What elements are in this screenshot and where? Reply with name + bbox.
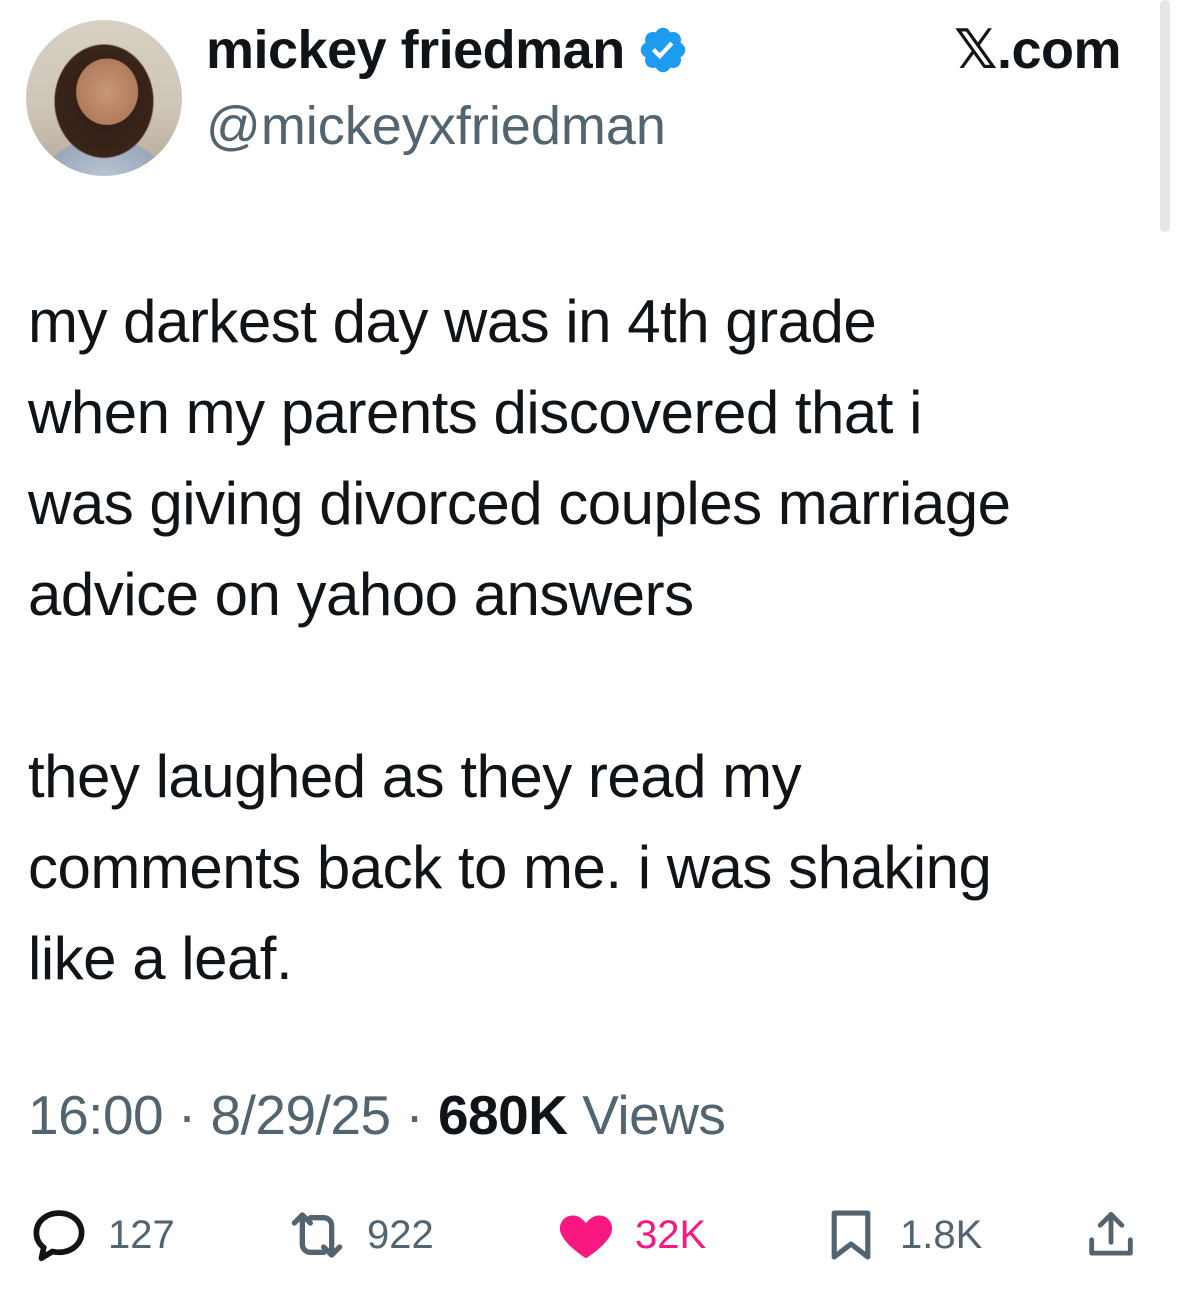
like-button[interactable]: 32K bbox=[555, 1200, 706, 1270]
share-button[interactable] bbox=[1082, 1200, 1140, 1270]
share-icon bbox=[1082, 1206, 1140, 1264]
tweet-text: my darkest day was in 4th grade when my … bbox=[28, 276, 1148, 1004]
repost-icon bbox=[285, 1203, 349, 1267]
meta-separator: · bbox=[177, 1084, 196, 1146]
views-count: 680K bbox=[437, 1084, 568, 1146]
bookmark-button[interactable]: 1.8K bbox=[820, 1200, 982, 1270]
author-name-row[interactable]: mickey friedman bbox=[206, 20, 689, 80]
scrollbar[interactable] bbox=[1160, 0, 1170, 232]
views-label: Views bbox=[582, 1084, 726, 1146]
avatar[interactable] bbox=[26, 20, 182, 176]
verified-badge-icon bbox=[637, 24, 689, 76]
bookmark-count: 1.8K bbox=[900, 1212, 983, 1257]
site-label: 𝕏.com bbox=[953, 20, 1122, 80]
like-count: 32K bbox=[635, 1212, 707, 1257]
repost-count: 922 bbox=[367, 1212, 434, 1257]
like-icon bbox=[555, 1204, 617, 1266]
author-handle[interactable]: @mickeyxfriedman bbox=[206, 96, 666, 156]
tweet-time[interactable]: 16:00 bbox=[28, 1084, 164, 1146]
tweet-meta: 16:00 · 8/29/25 · 680K Views bbox=[28, 1080, 726, 1150]
reply-button[interactable]: 127 bbox=[28, 1200, 175, 1270]
author-display-name[interactable]: mickey friedman bbox=[206, 20, 625, 80]
meta-separator: · bbox=[405, 1084, 424, 1146]
action-bar: 127 922 32K 1.8K bbox=[0, 1200, 1179, 1270]
repost-button[interactable]: 922 bbox=[285, 1200, 434, 1270]
tweet-date[interactable]: 8/29/25 bbox=[211, 1084, 392, 1146]
bookmark-icon bbox=[820, 1204, 882, 1266]
tweet-paragraph-1: my darkest day was in 4th grade when my … bbox=[28, 288, 1011, 628]
reply-icon bbox=[28, 1204, 90, 1266]
tweet-paragraph-2: they laughed as they read my comments ba… bbox=[28, 743, 992, 992]
reply-count: 127 bbox=[108, 1212, 175, 1257]
